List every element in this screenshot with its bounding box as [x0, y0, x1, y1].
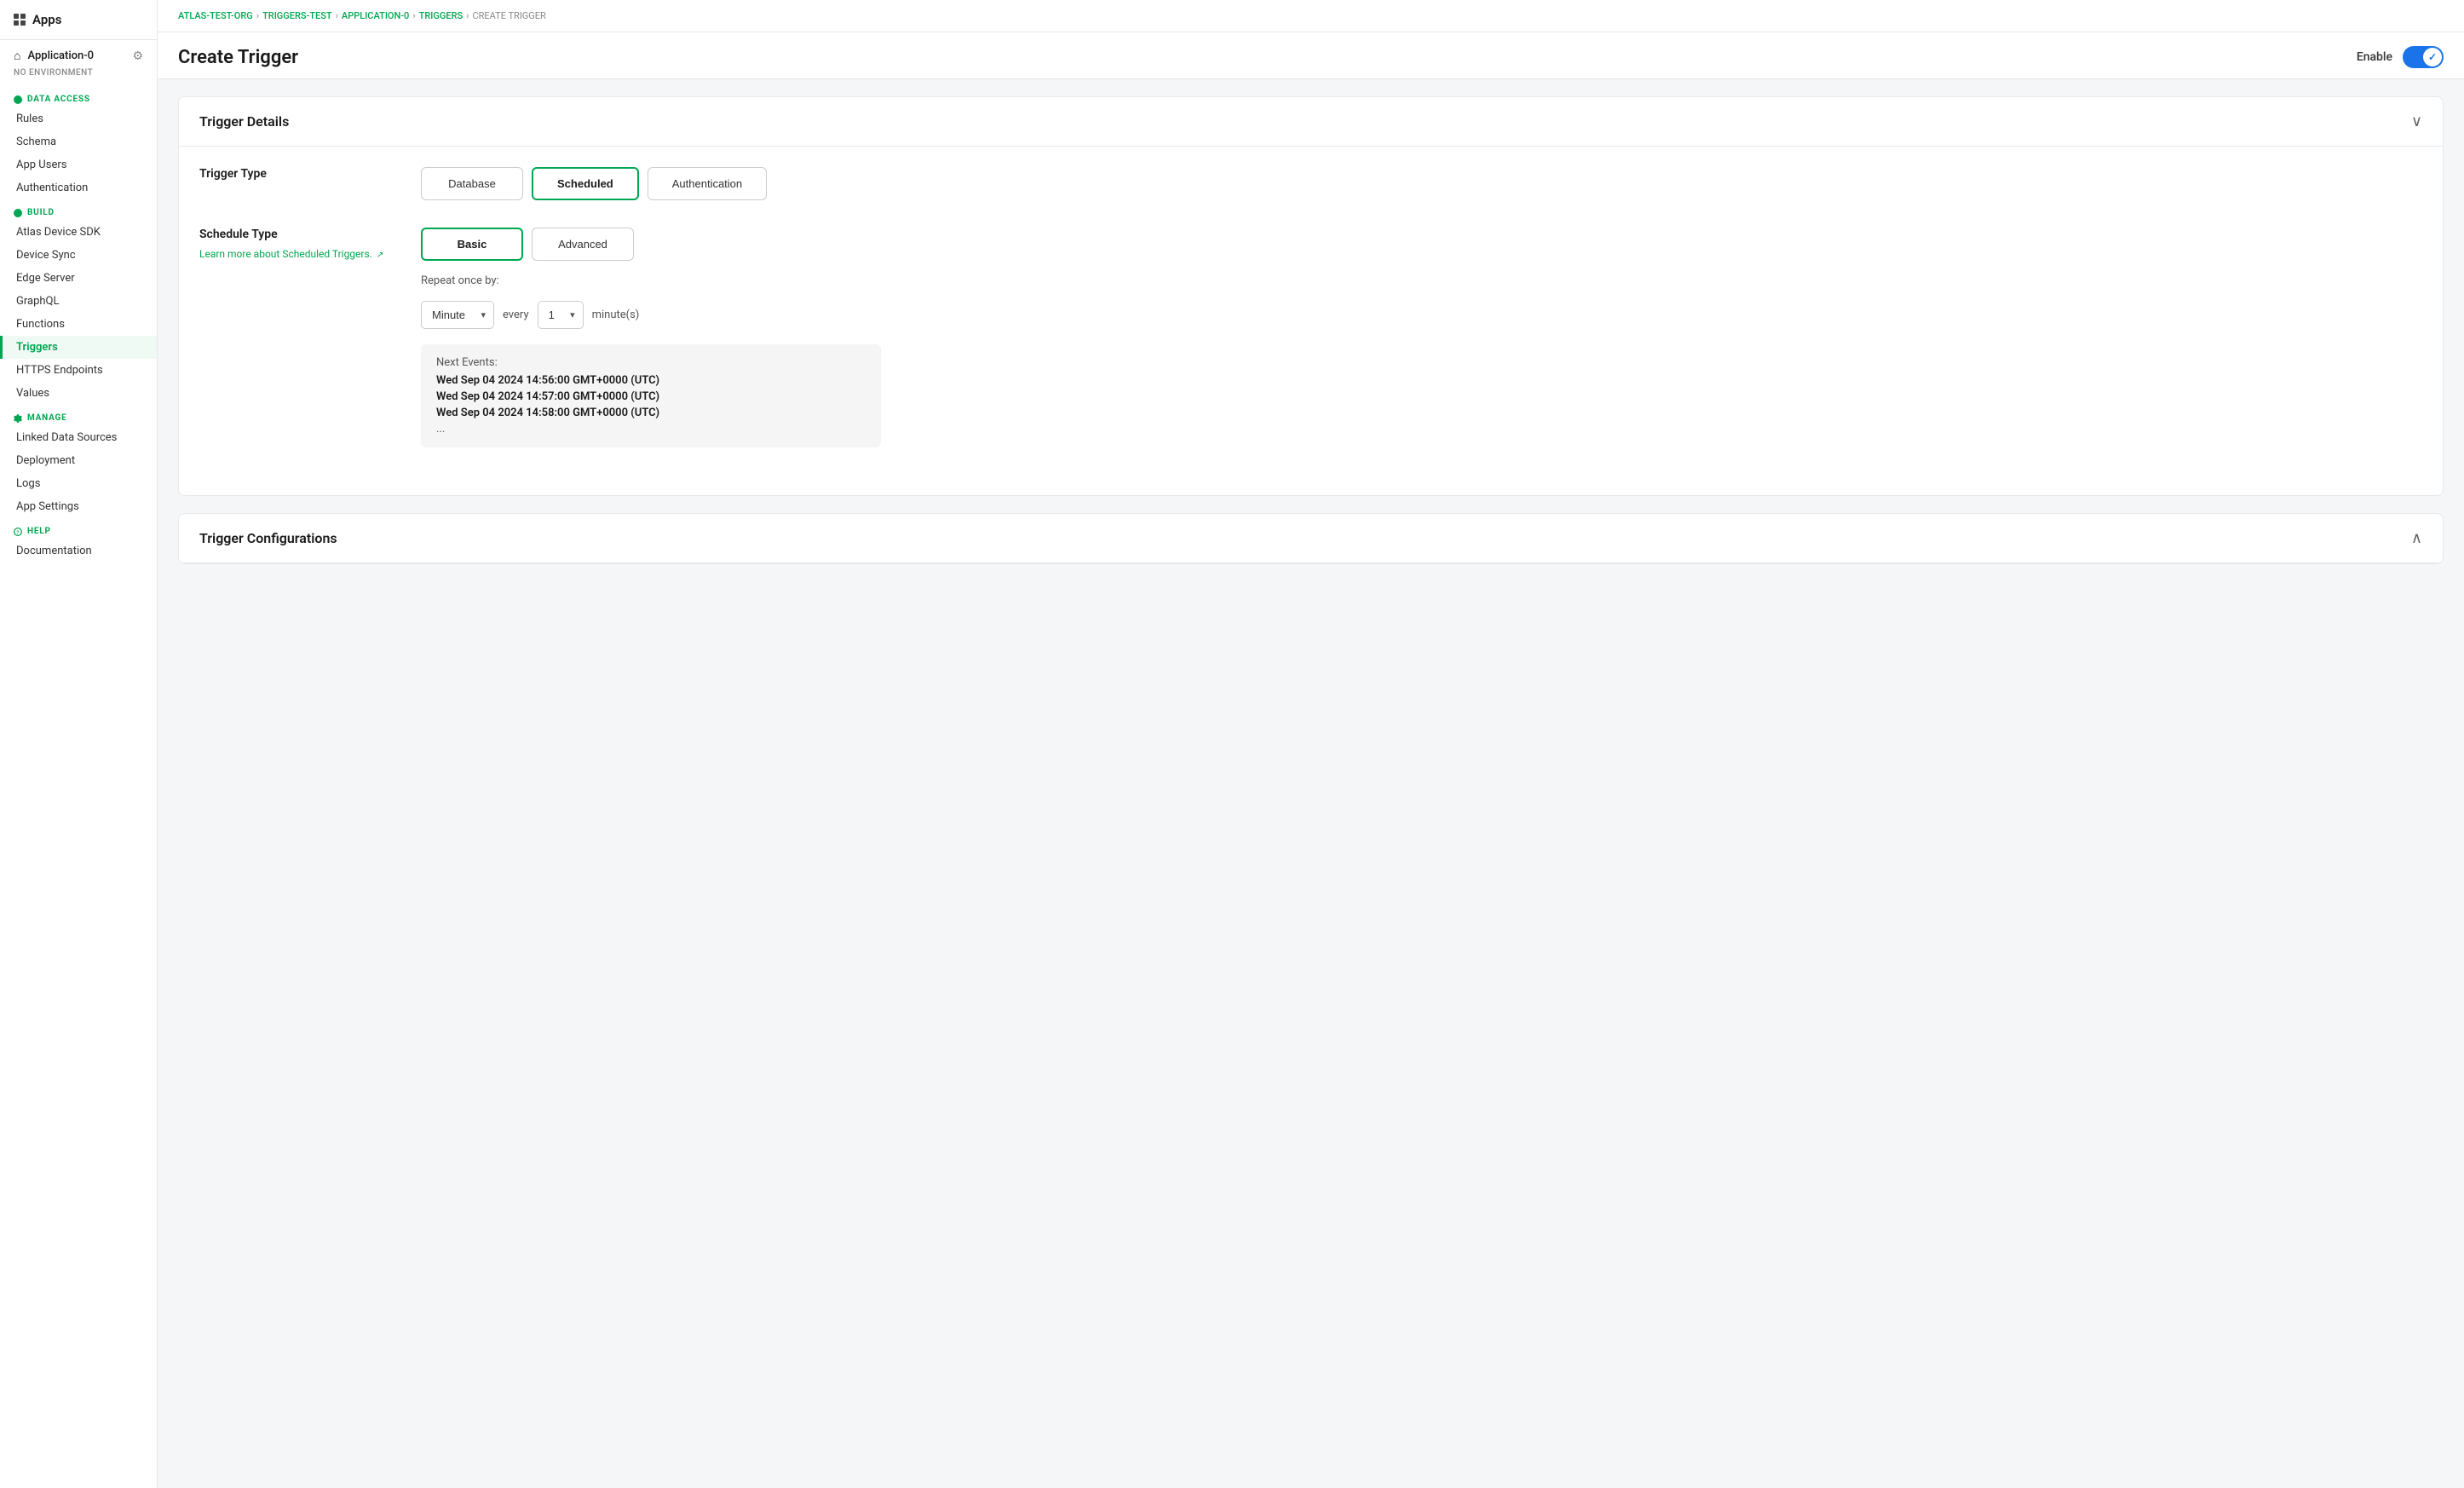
- toggle-check-icon: ✓: [2428, 51, 2437, 63]
- next-event-1: Wed Sep 04 2024 14:57:00 GMT+0000 (UTC): [436, 390, 866, 403]
- page-title: Create Trigger: [178, 47, 298, 68]
- schedule-type-advanced-button[interactable]: Advanced: [532, 228, 634, 261]
- count-select[interactable]: 1: [538, 301, 584, 329]
- page-header: Create Trigger Enable ✓: [158, 32, 2464, 79]
- breadcrumb-atlas[interactable]: ATLAS-TEST-ORG: [178, 10, 253, 21]
- breadcrumb-current: CREATE TRIGGER: [472, 10, 545, 21]
- content-area: Trigger Details ∨ Trigger Type Database …: [158, 79, 2464, 1488]
- sidebar-item-triggers[interactable]: Triggers: [0, 336, 157, 359]
- next-events-title: Next Events:: [436, 356, 866, 369]
- build-label: BUILD: [27, 208, 55, 217]
- section-data-access: DATA ACCESS: [0, 86, 157, 107]
- home-icon: ⌂: [14, 49, 20, 63]
- sidebar-item-edge-server[interactable]: Edge Server: [0, 267, 157, 290]
- trigger-configurations-header[interactable]: Trigger Configurations ∧: [179, 514, 2443, 563]
- section-build: BUILD: [0, 199, 157, 221]
- toggle-knob: ✓: [2423, 48, 2442, 66]
- breadcrumb-sep-4: ›: [466, 10, 469, 21]
- trigger-type-authentication-button[interactable]: Authentication: [648, 167, 767, 200]
- app-name: Application-0: [27, 49, 94, 62]
- next-event-2: Wed Sep 04 2024 14:58:00 GMT+0000 (UTC): [436, 407, 866, 419]
- schedule-type-btn-group: Basic Advanced: [421, 228, 2422, 261]
- minutes-label: minute(s): [592, 309, 640, 321]
- sidebar-item-logs[interactable]: Logs: [0, 472, 157, 495]
- sidebar-item-atlas-device-sdk[interactable]: Atlas Device SDK: [0, 221, 157, 244]
- manage-label: MANAGE: [27, 413, 67, 423]
- enable-row: Enable ✓: [2357, 46, 2444, 68]
- trigger-type-controls: Database Scheduled Authentication: [421, 167, 2422, 200]
- trigger-configurations-chevron-up-icon: ∧: [2411, 529, 2422, 547]
- manage-gear-icon: [14, 414, 22, 423]
- schedule-type-row: Schedule Type Learn more about Scheduled…: [199, 228, 2422, 447]
- schedule-type-controls: Basic Advanced Repeat once by: Minute: [421, 228, 2422, 447]
- trigger-type-label-col: Trigger Type: [199, 167, 387, 184]
- minute-select-wrapper: Minute: [421, 301, 494, 329]
- count-select-wrapper: 1: [538, 301, 584, 329]
- breadcrumb-triggers[interactable]: TRIGGERS: [419, 10, 463, 21]
- build-dot-icon: [14, 209, 22, 217]
- env-label: NO ENVIRONMENT: [0, 66, 157, 86]
- apps-grid-icon: [14, 14, 26, 26]
- settings-icon[interactable]: ⚙: [132, 49, 143, 63]
- trigger-details-card: Trigger Details ∨ Trigger Type Database …: [178, 96, 2444, 496]
- sidebar-item-schema[interactable]: Schema: [0, 130, 157, 153]
- sidebar-item-device-sync[interactable]: Device Sync: [0, 244, 157, 267]
- minute-select[interactable]: Minute: [421, 301, 494, 329]
- breadcrumb-sep-2: ›: [336, 10, 338, 21]
- sidebar-item-app-settings[interactable]: App Settings: [0, 495, 157, 518]
- data-access-dot-icon: [14, 95, 22, 104]
- breadcrumb-application-0[interactable]: APPLICATION-0: [342, 10, 409, 21]
- section-help: ? HELP: [0, 518, 157, 539]
- sidebar-item-values[interactable]: Values: [0, 382, 157, 405]
- repeat-section: Repeat once by: Minute every: [421, 274, 2422, 329]
- repeat-row: Minute every 1 minute(s): [421, 301, 2422, 329]
- next-event-0: Wed Sep 04 2024 14:56:00 GMT+0000 (UTC): [436, 374, 866, 387]
- apps-label: Apps: [32, 12, 61, 27]
- trigger-details-body: Trigger Type Database Scheduled Authenti…: [179, 147, 2443, 495]
- schedule-link-text: Learn more about Scheduled Triggers.: [199, 248, 372, 260]
- trigger-details-title: Trigger Details: [199, 113, 289, 130]
- sidebar-item-graphql[interactable]: GraphQL: [0, 290, 157, 313]
- external-link-icon: ↗: [377, 251, 383, 260]
- trigger-type-label: Trigger Type: [199, 167, 387, 181]
- sidebar: Apps ⌂ Application-0 ⚙ NO ENVIRONMENT DA…: [0, 0, 158, 1488]
- breadcrumb-sep-1: ›: [256, 10, 259, 21]
- trigger-configurations-card: Trigger Configurations ∧: [178, 513, 2444, 564]
- section-manage: MANAGE: [0, 405, 157, 426]
- next-events-box: Next Events: Wed Sep 04 2024 14:56:00 GM…: [421, 344, 881, 447]
- sidebar-item-functions[interactable]: Functions: [0, 313, 157, 336]
- trigger-configurations-title: Trigger Configurations: [199, 530, 337, 546]
- sidebar-item-authentication[interactable]: Authentication: [0, 176, 157, 199]
- sidebar-item-linked-data-sources[interactable]: Linked Data Sources: [0, 426, 157, 449]
- apps-nav[interactable]: Apps: [0, 0, 157, 40]
- schedule-type-label: Schedule Type: [199, 228, 387, 241]
- svg-text:?: ?: [16, 530, 19, 535]
- breadcrumb-triggers-test[interactable]: TRIGGERS-TEST: [262, 10, 332, 21]
- trigger-details-chevron-down-icon: ∨: [2411, 112, 2422, 130]
- data-access-label: DATA ACCESS: [27, 95, 90, 104]
- sidebar-item-https-endpoints[interactable]: HTTPS Endpoints: [0, 359, 157, 382]
- trigger-type-scheduled-button[interactable]: Scheduled: [532, 167, 639, 200]
- sidebar-item-deployment[interactable]: Deployment: [0, 449, 157, 472]
- trigger-details-header[interactable]: Trigger Details ∨: [179, 97, 2443, 147]
- repeat-once-label: Repeat once by:: [421, 274, 2422, 287]
- breadcrumb: ATLAS-TEST-ORG › TRIGGERS-TEST › APPLICA…: [158, 0, 2464, 32]
- enable-label: Enable: [2357, 50, 2392, 64]
- sidebar-item-rules[interactable]: Rules: [0, 107, 157, 130]
- app-header: ⌂ Application-0 ⚙: [0, 40, 157, 66]
- every-label: every: [503, 309, 529, 321]
- help-icon: ?: [14, 528, 22, 536]
- schedule-type-basic-button[interactable]: Basic: [421, 228, 523, 261]
- next-events-ellipsis: ...: [436, 423, 866, 435]
- main-content: ATLAS-TEST-ORG › TRIGGERS-TEST › APPLICA…: [158, 0, 2464, 1488]
- sidebar-item-documentation[interactable]: Documentation: [0, 539, 157, 562]
- schedule-type-label-col: Schedule Type Learn more about Scheduled…: [199, 228, 387, 261]
- trigger-type-database-button[interactable]: Database: [421, 167, 523, 200]
- trigger-type-row: Trigger Type Database Scheduled Authenti…: [199, 167, 2422, 200]
- breadcrumb-sep-3: ›: [412, 10, 415, 21]
- schedule-learn-more-link[interactable]: Learn more about Scheduled Triggers. ↗: [199, 248, 383, 260]
- help-label: HELP: [27, 527, 51, 536]
- enable-toggle[interactable]: ✓: [2403, 46, 2444, 68]
- sidebar-item-app-users[interactable]: App Users: [0, 153, 157, 176]
